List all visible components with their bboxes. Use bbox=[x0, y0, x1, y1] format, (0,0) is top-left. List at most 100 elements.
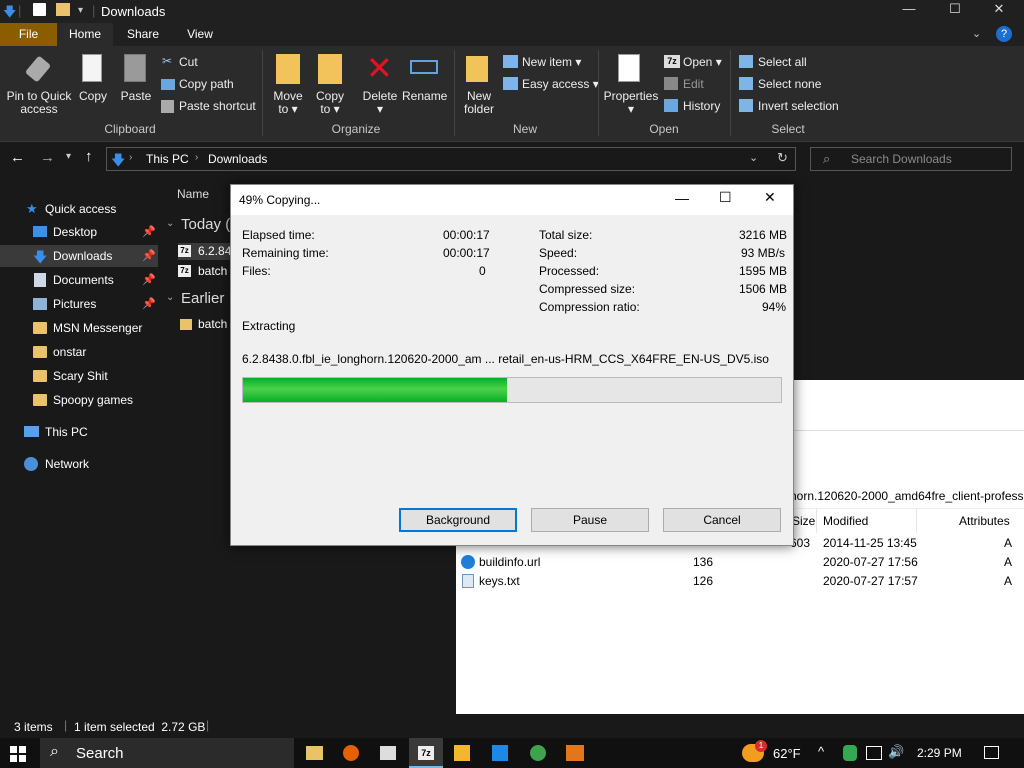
list-item[interactable]: 7z 6.2.84 bbox=[178, 243, 238, 260]
open-button[interactable]: Open ▾ bbox=[683, 55, 722, 69]
row-modified: 2020-07-27 17:57 bbox=[823, 574, 918, 588]
tray-app-icon[interactable] bbox=[843, 745, 857, 761]
address-bar[interactable]: 🡇 › This PC › Downloads ⌄ ↻ bbox=[106, 147, 796, 171]
sidebar-item-downloads[interactable]: 🡇 Downloads 📌 bbox=[0, 245, 158, 267]
new-group-label: New bbox=[512, 122, 537, 136]
history-button[interactable]: History bbox=[683, 99, 720, 113]
sidebar-item-scary[interactable]: Scary Shit bbox=[0, 365, 158, 387]
app-icon[interactable] bbox=[492, 745, 508, 761]
sidebar-item-desktop[interactable]: Desktop 📌 bbox=[0, 221, 158, 243]
column-header-attributes[interactable]: Attributes bbox=[959, 514, 1010, 528]
pause-button[interactable]: Pause bbox=[531, 508, 649, 532]
help-icon[interactable]: ? bbox=[996, 26, 1012, 42]
new-item-button[interactable]: New item ▾ bbox=[522, 55, 581, 69]
title-bar: 🡇 | ▾ | Downloads — ☐ ✕ bbox=[0, 0, 1024, 23]
sidebar-item-documents[interactable]: Documents 📌 bbox=[0, 269, 158, 291]
archive-path: horn.120620-2000_amd64fre_client-profess… bbox=[790, 489, 1024, 503]
app-icon[interactable] bbox=[566, 745, 584, 761]
edit-button[interactable]: Edit bbox=[683, 77, 704, 91]
minimize-icon[interactable]: — bbox=[886, 1, 932, 16]
select-none-icon bbox=[739, 77, 753, 90]
column-divider bbox=[816, 509, 817, 533]
rename-button[interactable]: Rename bbox=[402, 90, 447, 103]
speed-label: Speed: bbox=[539, 246, 578, 260]
volume-icon[interactable]: 🔊 bbox=[888, 744, 904, 760]
file-name: batch bbox=[198, 317, 228, 331]
app-icon[interactable] bbox=[380, 746, 396, 760]
collapse-ribbon-icon[interactable]: ⌄ bbox=[972, 27, 981, 40]
list-item[interactable]: batch bbox=[178, 316, 238, 333]
tab-home[interactable]: Home bbox=[57, 23, 113, 46]
dialog-minimize-icon[interactable]: — bbox=[675, 190, 689, 206]
properties-button[interactable]: Properties ▾ bbox=[602, 90, 660, 116]
refresh-icon[interactable]: ↻ bbox=[777, 150, 788, 166]
copy-button[interactable]: Copy bbox=[76, 90, 110, 103]
column-header-size[interactable]: Size bbox=[792, 514, 815, 528]
recent-locations-icon[interactable]: ▾ bbox=[66, 151, 71, 162]
cut-button[interactable]: Cut bbox=[179, 55, 198, 69]
7zip-taskbar-button[interactable]: 7z bbox=[409, 738, 443, 768]
notifications-icon[interactable] bbox=[984, 746, 999, 759]
easy-access-button[interactable]: Easy access ▾ bbox=[522, 77, 599, 91]
nav-label: Documents bbox=[53, 273, 114, 287]
cancel-button[interactable]: Cancel bbox=[663, 508, 781, 532]
dialog-close-icon[interactable]: ✕ bbox=[764, 189, 776, 206]
new-folder-icon[interactable] bbox=[56, 3, 70, 16]
column-header-modified[interactable]: Modified bbox=[823, 514, 868, 528]
select-none-button[interactable]: Select none bbox=[758, 77, 821, 91]
forward-arrow-icon[interactable]: → bbox=[40, 149, 55, 166]
file-explorer-icon[interactable] bbox=[306, 746, 323, 760]
invert-selection-button[interactable]: Invert selection bbox=[758, 99, 839, 113]
tab-view[interactable]: View bbox=[173, 23, 227, 46]
nav-quick-access[interactable]: ★ Quick access bbox=[0, 198, 158, 220]
up-arrow-icon[interactable]: ↑ bbox=[85, 148, 93, 165]
copy-to-button[interactable]: Copy to ▾ bbox=[312, 90, 348, 116]
search-box[interactable]: ⌕ Search Downloads bbox=[810, 147, 1012, 171]
maximize-icon[interactable]: ☐ bbox=[932, 1, 978, 17]
collapse-chevron-icon[interactable]: ⌄ bbox=[166, 218, 174, 229]
taskbar-search[interactable]: ⌕ Search bbox=[40, 738, 294, 768]
pin-to-quick-access-button[interactable]: Pin to Quick access bbox=[4, 90, 74, 116]
list-item[interactable]: 7z batch bbox=[178, 263, 238, 280]
table-row[interactable]: keys.txt 126 2020-07-27 17:57 A bbox=[456, 572, 1024, 591]
tray-chevron-icon[interactable]: ^ bbox=[818, 744, 824, 759]
firefox-icon[interactable] bbox=[343, 745, 359, 761]
network-icon[interactable] bbox=[866, 746, 882, 760]
breadcrumb-this-pc[interactable]: This PC bbox=[146, 152, 189, 166]
properties-icon[interactable] bbox=[33, 3, 46, 16]
copy-path-button[interactable]: Copy path bbox=[179, 77, 234, 91]
delete-button[interactable]: Delete ▾ bbox=[360, 90, 400, 116]
sidebar-item-pictures[interactable]: Pictures 📌 bbox=[0, 293, 158, 315]
paste-button[interactable]: Paste bbox=[118, 90, 154, 103]
weather-temp[interactable]: 62°F bbox=[773, 746, 801, 761]
dialog-maximize-icon[interactable]: ☐ bbox=[719, 189, 732, 206]
table-row[interactable]: buildinfo.url 136 2020-07-27 17:56 A bbox=[456, 553, 1024, 572]
new-folder-button[interactable]: New folder bbox=[460, 90, 498, 116]
close-icon[interactable]: ✕ bbox=[976, 1, 1022, 17]
move-to-button[interactable]: Move to ▾ bbox=[270, 90, 306, 116]
windows-start-icon[interactable] bbox=[10, 746, 26, 762]
background-button[interactable]: Background bbox=[399, 508, 517, 532]
select-all-button[interactable]: Select all bbox=[758, 55, 807, 69]
paste-shortcut-button[interactable]: Paste shortcut bbox=[179, 99, 256, 113]
sidebar-item-this-pc[interactable]: This PC bbox=[0, 421, 158, 443]
group-header-today[interactable]: Today ( bbox=[181, 216, 230, 233]
sidebar-item-spoopy-games[interactable]: Spoopy games bbox=[0, 389, 158, 411]
app-icon[interactable] bbox=[454, 745, 470, 761]
breadcrumb-downloads[interactable]: Downloads bbox=[208, 152, 267, 166]
back-arrow-icon[interactable]: ← bbox=[10, 149, 25, 166]
sidebar-item-onstar[interactable]: onstar bbox=[0, 341, 158, 363]
collapse-chevron-icon[interactable]: ⌄ bbox=[166, 292, 174, 303]
sidebar-item-network[interactable]: Network bbox=[0, 453, 158, 475]
tab-share[interactable]: Share bbox=[113, 23, 173, 46]
address-dropdown-icon[interactable]: ⌄ bbox=[749, 151, 758, 164]
customize-toolbar-icon[interactable]: ▾ bbox=[78, 5, 83, 16]
column-header-name[interactable]: Name bbox=[177, 187, 209, 201]
group-header-earlier[interactable]: Earlier bbox=[181, 290, 224, 307]
sidebar-item-msn-messenger[interactable]: MSN Messenger bbox=[0, 317, 158, 339]
app-icon[interactable] bbox=[530, 745, 546, 761]
taskbar: ⌕ Search 7z 1 62°F ^ 🔊 2:29 PM bbox=[0, 738, 1024, 768]
clock[interactable]: 2:29 PM bbox=[917, 746, 962, 760]
move-to-icon bbox=[276, 54, 300, 84]
tab-file[interactable]: File bbox=[0, 23, 57, 46]
